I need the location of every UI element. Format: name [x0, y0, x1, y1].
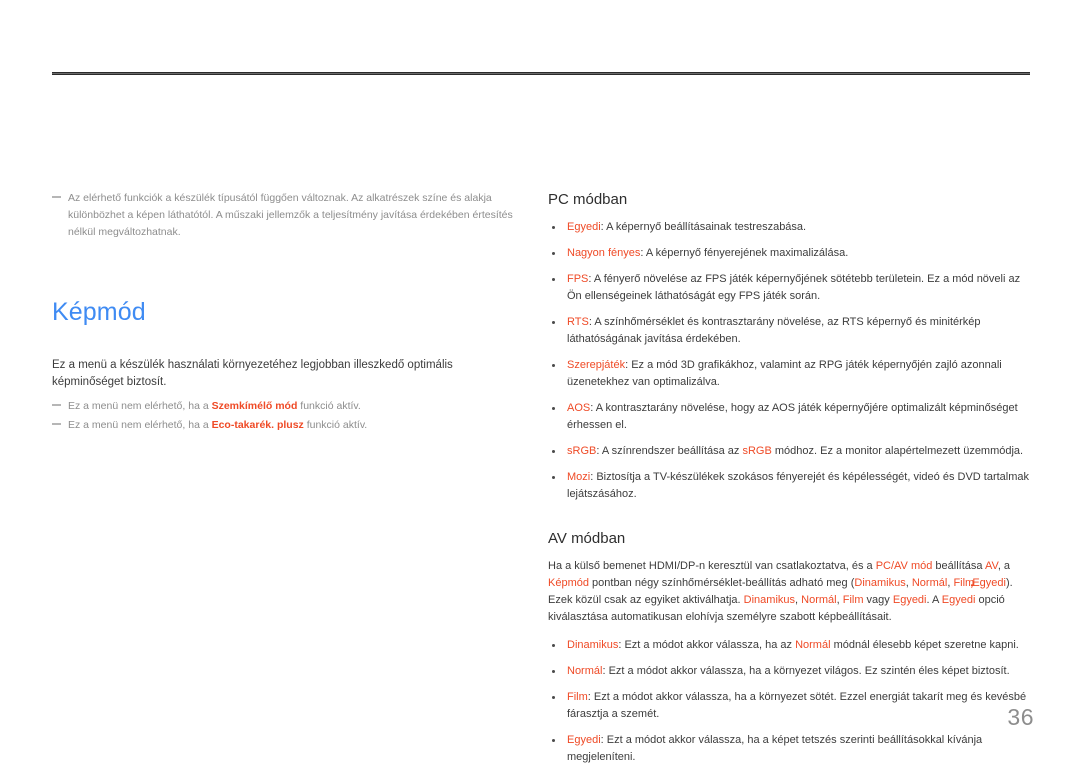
mode-term: Nagyon fényes	[567, 247, 641, 259]
note-text-before: Ez a menü nem elérhető, ha a	[68, 419, 212, 431]
mode-description: : A kontrasztarány növelése, hogy az AOS…	[567, 402, 1018, 431]
mode-description: : Ezt a módot akkor válassza, ha a körny…	[602, 665, 1010, 677]
list-item: Film: Ezt a módot akkor válassza, ha a k…	[548, 689, 1034, 723]
page-number: 36	[1007, 704, 1034, 730]
left-column: Az elérhető funkciók a készülék típusátó…	[52, 190, 522, 436]
mode-inline-term: Normál	[795, 639, 831, 651]
mode-term: Normál	[567, 665, 603, 677]
mode-term: FPS	[567, 273, 589, 285]
note-dash-icon	[52, 196, 61, 198]
availability-note-1: Ez a menü nem elérhető, ha a Szemkímélő …	[52, 398, 522, 415]
header-divider	[52, 72, 1030, 75]
para-text: pontban négy színhőmérséklet-beállítás a…	[588, 577, 855, 589]
para-term: PC/AV mód	[875, 560, 933, 572]
para-text: vagy	[863, 594, 893, 606]
list-item: sRGB: A színrendszer beállítása az sRGB …	[548, 443, 1034, 460]
para-term: Egyedi	[972, 577, 1006, 589]
note-dash-icon	[52, 404, 61, 406]
pc-mode-heading: PC módban	[548, 191, 628, 208]
mode-term: sRGB	[567, 445, 597, 457]
para-text: Ha a külső bemenet HDMI/DP-n keresztül v…	[548, 560, 876, 572]
mode-description: : A képernyő fényerejének maximalizálása…	[640, 247, 849, 259]
para-term: Dinamikus	[854, 577, 906, 589]
para-term: Film	[842, 594, 864, 606]
disclaimer-note-text: Az elérhető funkciók a készülék típusátó…	[68, 192, 513, 238]
mode-term: RTS	[567, 316, 589, 328]
note-term: Szemkímélő mód	[211, 400, 298, 412]
av-mode-list: Dinamikus: Ezt a módot akkor válassza, h…	[548, 637, 1034, 766]
page-title: Képmód	[52, 298, 146, 326]
mode-term: Mozi	[567, 471, 591, 483]
para-term: Dinamikus	[743, 594, 796, 606]
right-column: PC módban Egyedi: A képernyő beállításai…	[548, 190, 1034, 775]
note-term: Eco-takarék. plusz	[211, 419, 304, 431]
mode-term: Dinamikus	[567, 639, 619, 651]
mode-description: : Biztosítja a TV-készülékek szokásos fé…	[567, 471, 1030, 500]
list-item: Mozi: Biztosítja a TV-készülékek szokáso…	[548, 469, 1034, 503]
mode-term: Egyedi	[567, 221, 601, 233]
list-item: AOS: A kontrasztarány növelése, hogy az …	[548, 400, 1034, 434]
para-term: Normál	[911, 577, 948, 589]
mode-description: : A színhőmérséklet és kontrasztarány nö…	[567, 316, 981, 345]
mode-term: AOS	[567, 402, 591, 414]
av-mode-heading: AV módban	[548, 530, 626, 547]
av-mode-paragraph: Ha a külső bemenet HDMI/DP-n keresztül v…	[548, 558, 1034, 626]
list-item: RTS: A színhőmérséklet és kontrasztarány…	[548, 314, 1034, 348]
list-item: FPS: A fényerő növelése az FPS játék kép…	[548, 271, 1034, 305]
availability-note-2: Ez a menü nem elérhető, ha a Eco-takarék…	[52, 417, 522, 434]
para-text: , a	[997, 560, 1011, 572]
mode-description: : A képernyő beállításainak testreszabás…	[600, 221, 807, 233]
mode-description: : A fényerő növelése az FPS játék képern…	[567, 273, 1021, 302]
mode-term: Egyedi	[567, 734, 601, 746]
note-dash-icon	[52, 423, 61, 425]
mode-term: Film	[567, 691, 588, 703]
intro-paragraph: Ez a menü a készülék használati környeze…	[52, 359, 453, 388]
list-item: Dinamikus: Ezt a módot akkor válassza, h…	[548, 637, 1034, 654]
mode-description-part-1: : A színrendszer beállítása az	[596, 445, 743, 457]
mode-description-part-1: : Ezt a módot akkor válassza, ha az	[618, 639, 796, 651]
list-item: Nagyon fényes: A képernyő fényerejének m…	[548, 245, 1034, 262]
list-item: Szerepjáték: Ez a mód 3D grafikákhoz, va…	[548, 357, 1034, 391]
list-item: Egyedi: A képernyő beállításainak testre…	[548, 219, 1034, 236]
mode-term: Szerepjáték	[567, 359, 626, 371]
para-text: beállítása	[932, 560, 985, 572]
note-text-before: Ez a menü nem elérhető, ha a	[68, 400, 212, 412]
list-item: Normál: Ezt a módot akkor válassza, ha a…	[548, 663, 1034, 680]
para-term: Normál	[801, 594, 837, 606]
list-item: Egyedi: Ezt a módot akkor válassza, ha a…	[548, 732, 1034, 766]
pc-mode-list: Egyedi: A képernyő beállításainak testre…	[548, 219, 1034, 503]
para-term: Képmód	[548, 577, 589, 589]
mode-description-part-2: módnál élesebb képet szeretne kapni.	[830, 639, 1019, 651]
disclaimer-note: Az elérhető funkciók a készülék típusátó…	[52, 190, 522, 241]
mode-inline-term: sRGB	[742, 445, 772, 457]
para-term: Egyedi	[892, 594, 927, 606]
mode-description-part-2: módhoz. Ez a monitor alapértelmezett üze…	[771, 445, 1024, 457]
para-term: AV	[984, 560, 998, 572]
para-term: Egyedi	[941, 594, 976, 606]
para-text: . A	[926, 594, 942, 606]
mode-description: : Ezt a módot akkor válassza, ha a képet…	[567, 734, 983, 763]
note-text-after: funkció aktív.	[297, 400, 361, 412]
note-text-after: funkció aktív.	[303, 419, 368, 431]
mode-description: : Ezt a módot akkor válassza, ha a körny…	[567, 691, 1027, 720]
mode-description: : Ez a mód 3D grafikákhoz, valamint az R…	[567, 359, 1002, 388]
